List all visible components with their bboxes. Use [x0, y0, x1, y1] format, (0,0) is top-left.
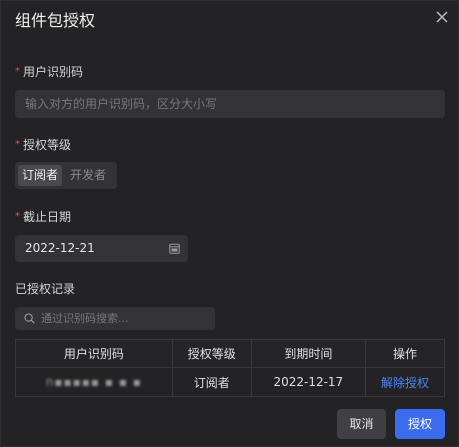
level-option-subscriber[interactable]: 订阅者	[18, 165, 63, 186]
table-header-row: 用户识别码 授权等级 到期时间 操作	[15, 339, 446, 368]
close-icon[interactable]	[434, 9, 450, 25]
required-mark: *	[15, 66, 20, 77]
cell-level: 订阅者	[171, 367, 252, 397]
level-label: * 授权等级	[15, 137, 71, 153]
dialog-title: 组件包授权	[15, 11, 96, 30]
level-segmented-control: 订阅者 开发者	[15, 162, 117, 189]
column-header-action: 操作	[364, 339, 446, 368]
deadline-label-text: 截止日期	[23, 210, 72, 224]
calendar-icon[interactable]	[169, 243, 180, 254]
column-header-level: 授权等级	[171, 339, 252, 368]
cell-action: 解除授权	[364, 367, 446, 397]
records-label: 已授权记录	[15, 282, 76, 296]
deadline-value: 2022-12-21	[25, 241, 95, 255]
cancel-button[interactable]: 取消	[337, 409, 386, 439]
level-option-developer[interactable]: 开发者	[66, 165, 110, 186]
column-header-expires: 到期时间	[250, 339, 366, 368]
required-mark: *	[15, 139, 20, 150]
column-header-user-id: 用户识别码	[15, 339, 173, 368]
user-id-label: * 用户识别码	[15, 64, 83, 80]
user-id-label-text: 用户识别码	[23, 65, 84, 79]
cell-user-id: n▪▪▪▪▪ ▪ ▪ ▪	[15, 367, 173, 397]
revoke-authorization-link[interactable]: 解除授权	[381, 376, 429, 390]
deadline-label: * 截止日期	[15, 209, 71, 225]
authorize-button[interactable]: 授权	[395, 409, 445, 439]
records-table: 用户识别码 授权等级 到期时间 操作 n▪▪▪▪▪ ▪ ▪ ▪ 订阅者 2022…	[15, 339, 446, 397]
user-id-masked: n▪▪▪▪▪ ▪ ▪ ▪	[45, 375, 142, 389]
authorize-dialog: 组件包授权 *用户识别码 *授权等级 订阅者 开发者 *截止日期 2022-12…	[0, 0, 459, 447]
user-id-input[interactable]	[15, 90, 445, 118]
cell-expires: 2022-12-17	[250, 367, 366, 397]
deadline-date-picker[interactable]: 2022-12-21	[15, 235, 188, 262]
records-search	[15, 307, 215, 330]
level-label-text: 授权等级	[23, 138, 72, 152]
required-mark: *	[15, 211, 20, 222]
search-icon	[24, 313, 35, 324]
records-search-input[interactable]	[41, 307, 211, 330]
table-row: n▪▪▪▪▪ ▪ ▪ ▪ 订阅者 2022-12-17 解除授权	[15, 367, 446, 397]
